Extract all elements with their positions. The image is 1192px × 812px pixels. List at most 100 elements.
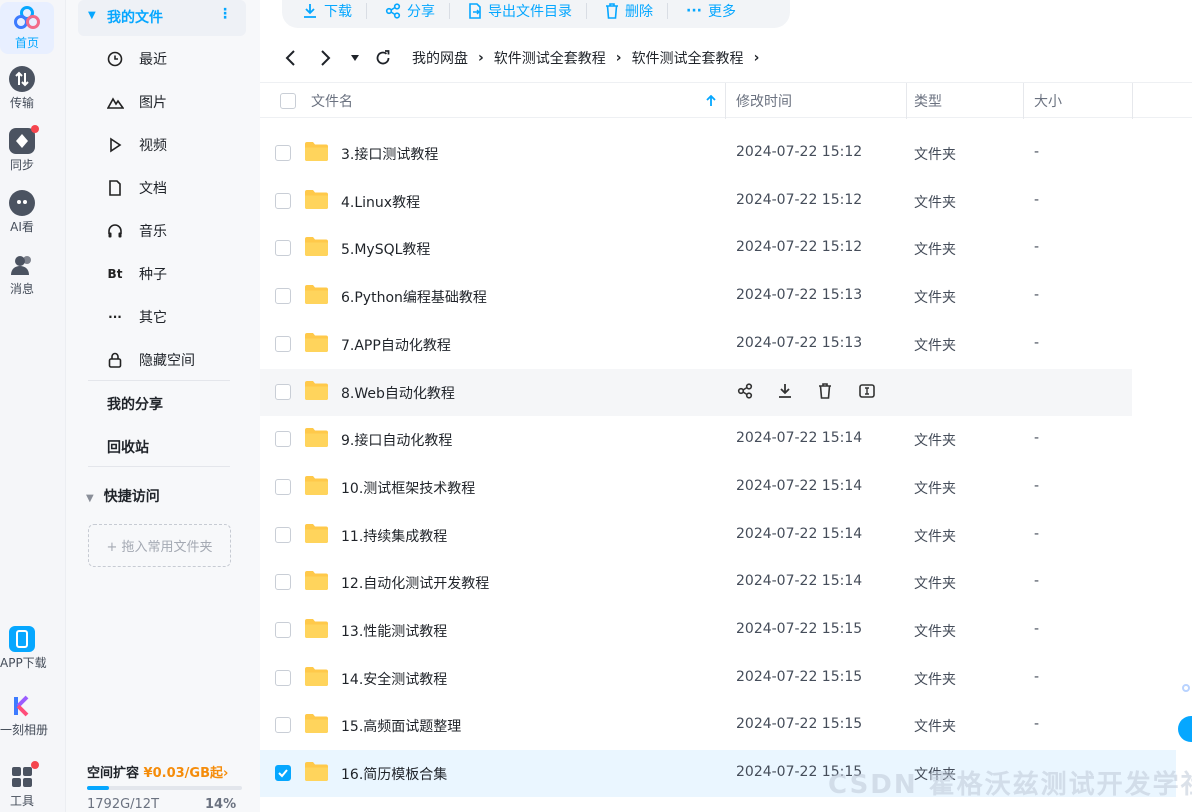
export-directory-button[interactable]: 导出文件目录 <box>450 3 587 20</box>
row-checkbox[interactable] <box>275 574 291 591</box>
row-checkbox[interactable] <box>275 240 291 257</box>
sidebar-item-recent[interactable]: 最近 <box>106 47 167 71</box>
rail-ai[interactable]: AI看 <box>0 190 44 235</box>
download-icon[interactable] <box>777 383 818 399</box>
file-name[interactable]: 16.简历模板合集 <box>341 764 447 784</box>
back-arrow-icon[interactable] <box>276 49 304 67</box>
column-type[interactable]: 类型 <box>914 83 942 119</box>
file-name[interactable]: 12.自动化测试开发教程 <box>341 573 489 593</box>
folder-icon <box>304 380 329 401</box>
share-icon[interactable] <box>736 382 777 399</box>
storage-upgrade[interactable]: 空间扩容 ¥0.03/GB起› <box>87 762 228 781</box>
file-type: 文件夹 <box>914 337 956 354</box>
row-checkbox[interactable] <box>275 717 291 734</box>
rail-transfer-label: 传输 <box>9 96 34 110</box>
row-checkbox[interactable] <box>275 478 291 495</box>
rail-transfer[interactable]: 传输 <box>0 66 44 111</box>
toolbar: 下载 分享 导出文件目录 删除 ··· 更多 <box>282 0 790 28</box>
breadcrumb-level-1[interactable]: 软件测试全套教程 <box>494 48 606 68</box>
rail-home[interactable]: 首页 <box>0 2 54 54</box>
sort-ascending-icon[interactable] <box>706 83 716 119</box>
file-type: 文件夹 <box>914 528 956 545</box>
select-all-checkbox[interactable] <box>280 83 296 119</box>
tools-badge <box>31 761 39 769</box>
row-checkbox[interactable] <box>275 765 291 782</box>
sidebar-item-torrents[interactable]: Bt 种子 <box>106 262 167 286</box>
download-button[interactable]: 下载 <box>298 3 367 20</box>
file-name[interactable]: 6.Python编程基础教程 <box>341 287 487 307</box>
table-row[interactable]: 8.Web自动化教程 <box>260 368 1132 416</box>
table-row[interactable]: 5.MySQL教程 2024-07-22 15:12 文件夹 - <box>260 225 1132 272</box>
file-name[interactable]: 11.持续集成教程 <box>341 526 447 546</box>
table-row[interactable]: 6.Python编程基础教程 2024-07-22 15:13 文件夹 - <box>260 273 1132 320</box>
table-row[interactable]: 10.测试框架技术教程 2024-07-22 15:14 文件夹 - <box>260 464 1132 511</box>
file-name[interactable]: 8.Web自动化教程 <box>341 383 455 403</box>
file-name[interactable]: 15.高频面试题整理 <box>341 716 461 736</box>
sidebar-item-images[interactable]: 图片 <box>106 90 167 114</box>
table-row[interactable]: 7.APP自动化教程 2024-07-22 15:13 文件夹 - <box>260 321 1132 368</box>
forward-arrow-icon[interactable] <box>312 49 340 67</box>
column-divider <box>1023 83 1024 119</box>
rail-album[interactable]: 一刻相册 <box>0 693 48 738</box>
storage-progress-bar <box>87 786 242 790</box>
table-row[interactable]: 14.安全测试教程 2024-07-22 15:15 文件夹 - <box>260 655 1132 702</box>
row-checkbox[interactable] <box>275 335 291 352</box>
sidebar-item-hidden-space[interactable]: 隐藏空间 <box>106 348 195 372</box>
table-row[interactable]: 11.持续集成教程 2024-07-22 15:14 文件夹 - <box>260 512 1132 559</box>
sync-icon <box>9 125 39 154</box>
rail-app-download[interactable]: APP下载 <box>0 626 47 671</box>
file-name[interactable]: 7.APP自动化教程 <box>341 335 451 355</box>
netdisk-window: 首页 传输 同步 AI看 消息 APP下载 一刻相册 工具 ▼ 我的文件 ⋮ 最… <box>0 0 1192 812</box>
sidebar-recycle-bin[interactable]: 回收站 <box>107 437 149 457</box>
column-size[interactable]: 大小 <box>1034 83 1062 119</box>
rail-tools[interactable]: 工具 <box>0 761 44 809</box>
row-checkbox[interactable] <box>275 526 291 543</box>
row-checkbox[interactable] <box>275 383 291 400</box>
row-checkbox[interactable] <box>275 669 291 686</box>
breadcrumb-root[interactable]: 我的网盘 <box>412 48 468 68</box>
trash-icon[interactable] <box>818 382 859 399</box>
sidebar-item-others[interactable]: ··· 其它 <box>106 305 167 329</box>
row-checkbox[interactable] <box>275 288 291 305</box>
file-name[interactable]: 3.接口测试教程 <box>341 144 438 164</box>
file-name[interactable]: 13.性能测试教程 <box>341 621 447 641</box>
delete-button[interactable]: 删除 <box>587 3 668 20</box>
file-name[interactable]: 14.安全测试教程 <box>341 669 447 689</box>
table-row[interactable]: 12.自动化测试开发教程 2024-07-22 15:14 文件夹 - <box>260 559 1132 606</box>
file-name[interactable]: 5.MySQL教程 <box>341 239 430 259</box>
breadcrumb-current[interactable]: 软件测试全套教程 <box>632 48 744 68</box>
table-row[interactable]: 15.高频面试题整理 2024-07-22 15:15 文件夹 - <box>260 702 1132 749</box>
sidebar-item-documents[interactable]: 文档 <box>106 176 167 200</box>
row-checkbox[interactable] <box>275 192 291 209</box>
sidebar-item-videos[interactable]: 视频 <box>106 133 167 157</box>
file-size: - <box>1034 477 1040 494</box>
row-checkbox[interactable] <box>275 431 291 448</box>
file-type: 文件夹 <box>914 194 956 211</box>
file-type: 文件夹 <box>914 480 956 497</box>
share-button[interactable]: 分享 <box>367 3 450 20</box>
sidebar-quick-access[interactable]: ▼ 快捷访问 <box>86 486 160 506</box>
rail-messages[interactable]: 消息 <box>0 252 44 297</box>
row-checkbox[interactable] <box>275 145 291 161</box>
sidebar-my-share[interactable]: 我的分享 <box>107 394 163 414</box>
floating-assistant-button[interactable] <box>1178 716 1192 742</box>
table-row[interactable]: 9.接口自动化教程 2024-07-22 15:14 文件夹 - <box>260 416 1132 463</box>
file-name[interactable]: 4.Linux教程 <box>341 192 420 212</box>
rail-sync[interactable]: 同步 <box>0 125 44 173</box>
table-row[interactable]: 13.性能测试教程 2024-07-22 15:15 文件夹 - <box>260 607 1132 654</box>
more-vertical-icon[interactable]: ⋮ <box>218 6 232 22</box>
column-modified[interactable]: 修改时间 <box>736 83 792 119</box>
column-name[interactable]: 文件名 <box>311 83 353 119</box>
row-checkbox[interactable] <box>275 622 291 638</box>
table-row[interactable]: 4.Linux教程 2024-07-22 15:12 文件夹 - <box>260 178 1132 225</box>
sidebar-item-music[interactable]: 音乐 <box>106 219 167 243</box>
table-row[interactable]: 3.接口测试教程 2024-07-22 15:12 文件夹 - <box>260 130 1132 177</box>
more-button[interactable]: ··· 更多 <box>668 3 750 20</box>
history-dropdown-icon[interactable] <box>348 55 362 61</box>
file-name[interactable]: 10.测试框架技术教程 <box>341 478 475 498</box>
sidebar-my-files[interactable]: ▼ 我的文件 ⋮ <box>78 0 246 36</box>
rename-icon[interactable] <box>859 383 900 399</box>
quick-access-drop-zone[interactable]: + 拖入常用文件夹 <box>88 524 231 567</box>
file-name[interactable]: 9.接口自动化教程 <box>341 430 452 450</box>
refresh-icon[interactable] <box>374 50 392 66</box>
